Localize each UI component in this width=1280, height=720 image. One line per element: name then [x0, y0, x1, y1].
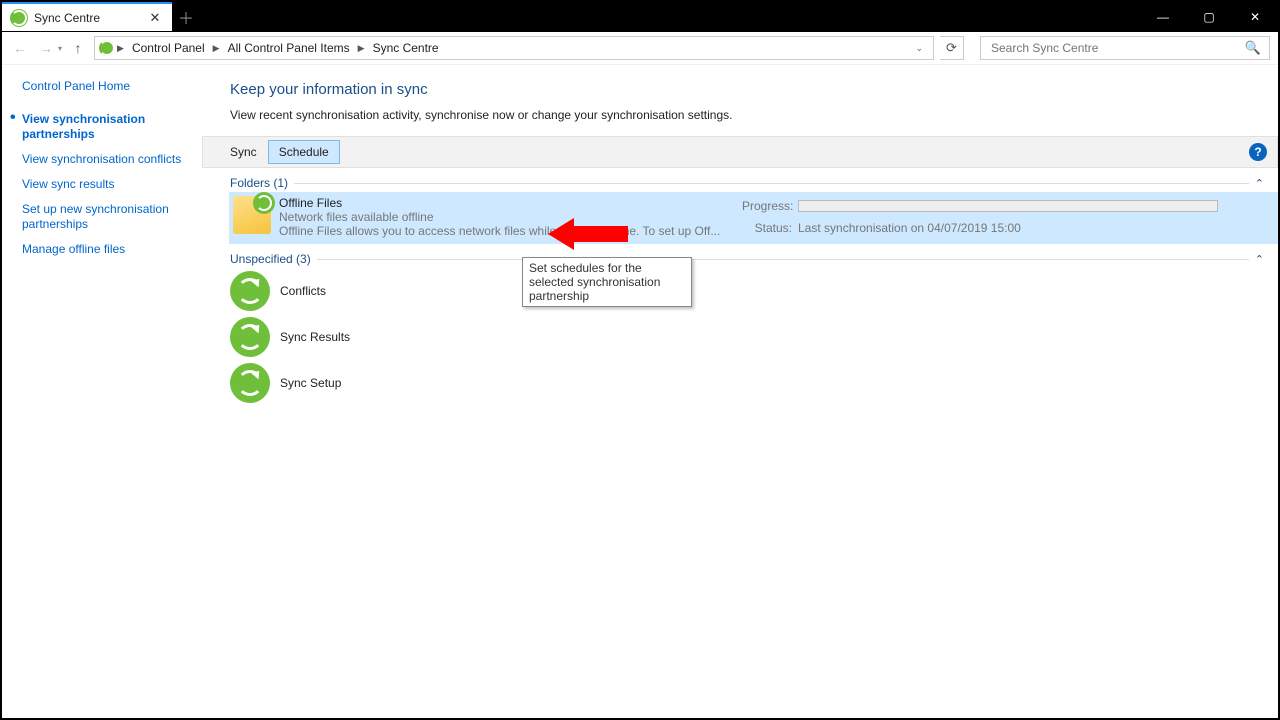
- folder-status: Progress: Status: Last synchronisation o…: [742, 196, 1272, 238]
- refresh-button[interactable]: ⟳: [940, 36, 964, 60]
- address-bar[interactable]: ▶ Control Panel ▶ All Control Panel Item…: [94, 36, 934, 60]
- folder-subtitle: Network files available offline: [279, 210, 742, 224]
- sidebar-item-manage-offline[interactable]: Manage offline files: [22, 242, 192, 257]
- body: Control Panel Home View synchronisation …: [2, 65, 1278, 718]
- sync-icon: [230, 271, 270, 311]
- tab-title: Sync Centre: [34, 11, 140, 25]
- annotation-arrow: [548, 218, 628, 248]
- sidebar-item-conflicts[interactable]: View synchronisation conflicts: [22, 152, 192, 167]
- sync-badge-icon: [253, 192, 275, 214]
- search-icon: 🔍: [1245, 40, 1261, 56]
- list-item-label: Sync Results: [280, 330, 350, 344]
- breadcrumb-item[interactable]: Control Panel: [126, 41, 211, 55]
- folder-icon: [233, 196, 271, 234]
- control-panel-home-link[interactable]: Control Panel Home: [22, 79, 192, 94]
- list-item-label: Sync Setup: [280, 376, 341, 390]
- new-tab-button[interactable]: ＋: [172, 2, 200, 31]
- folder-text: Offline Files Network files available of…: [279, 196, 742, 238]
- breadcrumb-item[interactable]: Sync Centre: [367, 41, 445, 55]
- toolbar: ← → ▾ ↑ ▶ Control Panel ▶ All Control Pa…: [2, 32, 1278, 65]
- progress-label: Progress:: [742, 199, 798, 213]
- folder-description: Offline Files allows you to access netwo…: [279, 224, 742, 238]
- sidebar-item-results[interactable]: View sync results: [22, 177, 192, 192]
- folder-title: Offline Files: [279, 196, 742, 210]
- progress-bar: [798, 200, 1218, 212]
- divider: [317, 259, 1249, 260]
- search-box[interactable]: 🔍: [980, 36, 1270, 60]
- schedule-button[interactable]: Schedule: [268, 140, 340, 164]
- page-description: View recent synchronisation activity, sy…: [230, 108, 1264, 122]
- group-header-folders[interactable]: Folders (1) ⌃: [230, 176, 1264, 190]
- folder-item-offline-files[interactable]: Offline Files Network files available of…: [229, 192, 1278, 244]
- maximize-button[interactable]: ▢: [1186, 2, 1232, 32]
- command-bar: Sync Schedule ?: [202, 136, 1278, 168]
- search-input[interactable]: [989, 40, 1245, 56]
- collapse-icon[interactable]: ⌃: [1255, 253, 1264, 266]
- chevron-right-icon: ▶: [213, 43, 220, 54]
- sync-icon: [10, 9, 28, 27]
- list-item-sync-results[interactable]: Sync Results: [230, 314, 1264, 360]
- tooltip: Set schedules for the selected synchroni…: [522, 257, 692, 307]
- window-controls: — ▢ ✕: [1140, 2, 1278, 32]
- address-dropdown[interactable]: ⌄: [909, 43, 929, 54]
- titlebar: Sync Centre ✕ ＋ — ▢ ✕: [2, 2, 1278, 32]
- main-content: Keep your information in sync View recen…: [202, 65, 1278, 718]
- list-item-label: Conflicts: [280, 284, 326, 298]
- group-header-label: Folders (1): [230, 176, 288, 190]
- breadcrumb-item[interactable]: All Control Panel Items: [222, 41, 356, 55]
- sidebar-item-setup[interactable]: Set up new synchronisation partnerships: [22, 202, 192, 232]
- up-button[interactable]: ↑: [68, 38, 88, 58]
- chevron-right-icon: ▶: [358, 43, 365, 54]
- forward-button[interactable]: →: [36, 38, 56, 58]
- collapse-icon[interactable]: ⌃: [1255, 177, 1264, 190]
- status-label: Status:: [742, 221, 798, 235]
- help-icon[interactable]: ?: [1249, 143, 1267, 161]
- close-tab-button[interactable]: ✕: [146, 10, 164, 26]
- sidebar-item-partnerships[interactable]: View synchronisation partnerships: [22, 112, 192, 142]
- list-item-sync-setup[interactable]: Sync Setup: [230, 360, 1264, 406]
- status-value: Last synchronisation on 04/07/2019 15:00: [798, 221, 1272, 235]
- minimize-button[interactable]: —: [1140, 2, 1186, 32]
- tab[interactable]: Sync Centre ✕: [2, 2, 172, 31]
- sync-button[interactable]: Sync: [219, 140, 268, 164]
- chevron-right-icon: ▶: [117, 43, 124, 54]
- sync-icon: [99, 40, 115, 56]
- group-header-label: Unspecified (3): [230, 252, 311, 266]
- divider: [294, 183, 1249, 184]
- back-button[interactable]: ←: [10, 38, 30, 58]
- sync-icon: [230, 363, 270, 403]
- close-button[interactable]: ✕: [1232, 2, 1278, 32]
- page-title: Keep your information in sync: [230, 81, 1264, 98]
- list-item-conflicts[interactable]: Conflicts: [230, 268, 1264, 314]
- sidebar: Control Panel Home View synchronisation …: [2, 65, 202, 718]
- sync-icon: [230, 317, 270, 357]
- window: Sync Centre ✕ ＋ — ▢ ✕ ← → ▾ ↑ ▶ Control …: [2, 2, 1278, 718]
- history-dropdown[interactable]: ▾: [58, 44, 62, 53]
- group-header-unspecified[interactable]: Unspecified (3) ⌃: [230, 252, 1264, 266]
